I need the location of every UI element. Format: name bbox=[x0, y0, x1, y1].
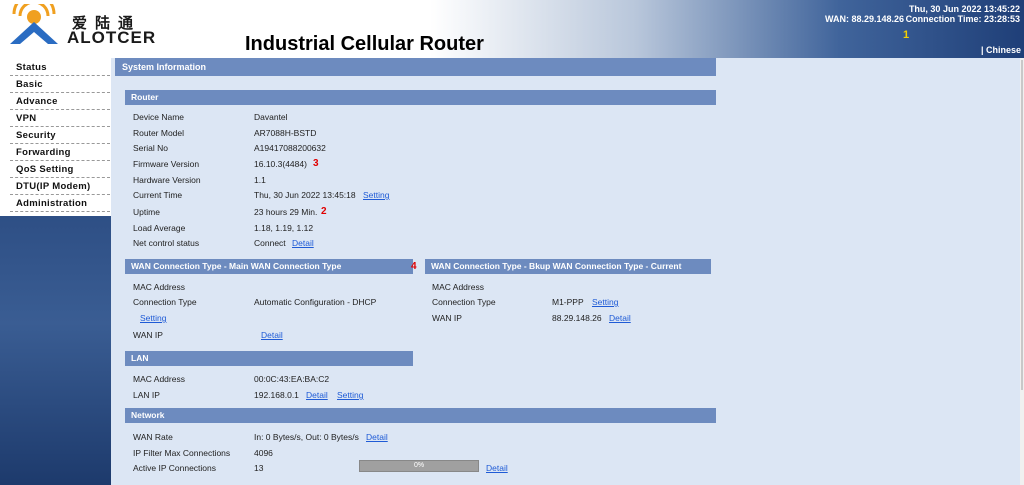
progress-text: 0% bbox=[413, 462, 425, 469]
brand-name: ALOTCER bbox=[67, 28, 157, 47]
wan-backup-connection-type-value: M1-PPP bbox=[552, 297, 584, 307]
header-connection-time: Connection Time: 23:28:53 bbox=[905, 14, 1020, 24]
header-date: Thu, 30 Jun 2022 13:45:22 bbox=[908, 4, 1020, 14]
wan-main-ip-label: WAN IP bbox=[133, 330, 163, 340]
sidebar-item-forwarding[interactable]: Forwarding bbox=[10, 144, 110, 161]
sidebar-item-vpn[interactable]: VPN bbox=[10, 110, 110, 127]
wan-main-mac-label: MAC Address bbox=[133, 282, 185, 292]
load-average-label: Load Average bbox=[133, 223, 186, 233]
router-model-value: AR7088H-BSTD bbox=[254, 128, 317, 138]
wan-backup-ip-label: WAN IP bbox=[432, 313, 462, 323]
wan-main-connection-type-value: Automatic Configuration - DHCP bbox=[254, 297, 377, 307]
sidebar-item-status[interactable]: Status bbox=[10, 59, 110, 76]
sidebar-item-basic[interactable]: Basic bbox=[10, 76, 110, 93]
language-switch-link[interactable]: | Chinese bbox=[981, 45, 1021, 55]
device-name-label: Device Name bbox=[133, 112, 185, 122]
current-time-value: Thu, 30 Jun 2022 13:45:18 bbox=[254, 190, 356, 200]
page-title: Industrial Cellular Router bbox=[245, 33, 484, 55]
active-ip-connections-label: Active IP Connections bbox=[133, 463, 216, 473]
wan-backup-section-header: WAN Connection Type - Bkup WAN Connectio… bbox=[425, 259, 711, 274]
connections-progress-bar: 0% bbox=[359, 460, 479, 472]
device-name-value: Davantel bbox=[254, 112, 288, 122]
wan-backup-ip-detail-link[interactable]: Detail bbox=[609, 313, 631, 323]
header-bar: 爱陆通 ALOTCER Industrial Cellular Router T… bbox=[0, 0, 1024, 58]
wan-main-section-header: WAN Connection Type - Main WAN Connectio… bbox=[125, 259, 413, 274]
annotation-marker-3: 3 bbox=[313, 158, 319, 169]
sidebar-background-panel bbox=[0, 216, 111, 485]
sidebar-item-administration[interactable]: Administration bbox=[10, 195, 110, 212]
wan-main-setting-link[interactable]: Setting bbox=[140, 313, 166, 323]
current-time-label: Current Time bbox=[133, 190, 183, 200]
wan-rate-detail-link[interactable]: Detail bbox=[366, 432, 388, 442]
annotation-marker-2: 2 bbox=[321, 206, 327, 217]
sidebar-item-security[interactable]: Security bbox=[10, 127, 110, 144]
firmware-version-value: 16.10.3(4484) bbox=[254, 159, 307, 169]
scrollbar-thumb[interactable] bbox=[1021, 60, 1023, 390]
wan-rate-value: In: 0 Bytes/s, Out: 0 Bytes/s bbox=[254, 432, 359, 442]
lan-mac-label: MAC Address bbox=[133, 374, 185, 384]
wan-backup-ip-value: 88.29.148.26 bbox=[552, 313, 602, 323]
hardware-version-value: 1.1 bbox=[254, 175, 266, 185]
sidebar-item-qos-setting[interactable]: QoS Setting bbox=[10, 161, 110, 178]
lan-section-header: LAN bbox=[125, 351, 413, 366]
logo-icon bbox=[10, 4, 58, 44]
network-section-header: Network bbox=[125, 408, 716, 423]
header-wan-ip: WAN: 88.29.148.26 bbox=[824, 14, 904, 24]
lan-ip-label: LAN IP bbox=[133, 390, 160, 400]
sidebar-item-advance[interactable]: Advance bbox=[10, 93, 110, 110]
lan-mac-value: 00:0C:43:EA:BA:C2 bbox=[254, 374, 330, 384]
active-connections-detail-link[interactable]: Detail bbox=[486, 463, 508, 473]
wan-backup-connection-type-label: Connection Type bbox=[432, 297, 496, 307]
router-admin-page: 爱陆通 ALOTCER Industrial Cellular Router T… bbox=[0, 0, 1024, 485]
net-control-status-label: Net control status bbox=[133, 238, 200, 248]
lan-setting-link[interactable]: Setting bbox=[337, 390, 363, 400]
wan-rate-label: WAN Rate bbox=[133, 432, 173, 442]
system-information-header: System Information bbox=[115, 58, 716, 76]
sidebar-item-dtu[interactable]: DTU(IP Modem) bbox=[10, 178, 110, 195]
lan-detail-link[interactable]: Detail bbox=[306, 390, 328, 400]
annotation-marker-4: 4 bbox=[411, 261, 417, 272]
uptime-value: 23 hours 29 Min. bbox=[254, 207, 318, 217]
firmware-version-label: Firmware Version bbox=[133, 159, 200, 169]
ip-filter-max-label: IP Filter Max Connections bbox=[133, 448, 231, 458]
net-control-detail-link[interactable]: Detail bbox=[292, 238, 314, 248]
active-ip-connections-value: 13 bbox=[254, 463, 264, 473]
net-control-status-value: Connect bbox=[254, 238, 286, 248]
serial-no-value: A19417088200632 bbox=[254, 143, 326, 153]
serial-no-label: Serial No bbox=[133, 143, 168, 153]
lan-ip-value: 192.168.0.1 bbox=[254, 390, 299, 400]
wan-main-connection-type-label: Connection Type bbox=[133, 297, 197, 307]
uptime-label: Uptime bbox=[133, 207, 160, 217]
router-section-header: Router bbox=[125, 90, 716, 105]
annotation-marker-1: 1 bbox=[903, 29, 910, 41]
router-model-label: Router Model bbox=[133, 128, 185, 138]
wan-backup-mac-label: MAC Address bbox=[432, 282, 484, 292]
ip-filter-max-value: 4096 bbox=[254, 448, 273, 458]
wan-backup-setting-link[interactable]: Setting bbox=[592, 297, 618, 307]
wan-main-ip-detail-link[interactable]: Detail bbox=[261, 330, 283, 340]
load-average-value: 1.18, 1.19, 1.12 bbox=[254, 223, 314, 233]
current-time-setting-link[interactable]: Setting bbox=[363, 190, 389, 200]
hardware-version-label: Hardware Version bbox=[133, 175, 201, 185]
